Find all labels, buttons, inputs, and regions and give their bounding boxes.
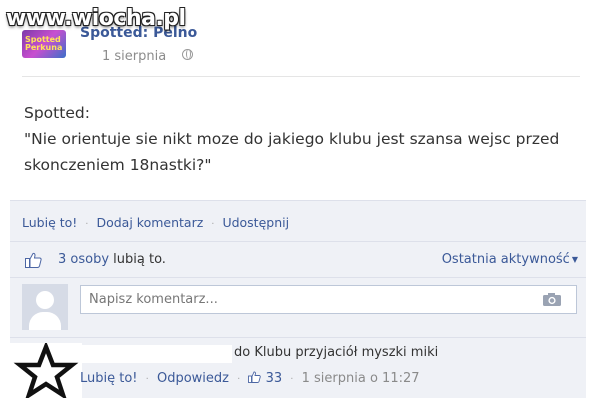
comment-meta: Lubię to! · Odpowiedz · 33 · 1 sierpnia …: [80, 371, 420, 386]
separator: ·: [237, 374, 241, 385]
divider: [10, 241, 586, 242]
separator: ·: [211, 219, 215, 230]
watermark: www.wiocha.pl: [6, 6, 186, 31]
divider: [10, 337, 586, 338]
comment-placeholder: Napisz komentarz...: [89, 292, 218, 307]
separator: ·: [290, 374, 294, 385]
divider: [22, 76, 580, 77]
redacted-author: [82, 345, 232, 363]
chevron-down-icon: ▼: [571, 255, 578, 264]
like-link[interactable]: Lubię to!: [22, 215, 77, 230]
page-logo-text: Spotted Perkuna: [25, 35, 63, 52]
separator: ·: [145, 374, 149, 385]
camera-icon[interactable]: [542, 292, 562, 307]
post-date[interactable]: 1 sierpnia: [102, 49, 166, 64]
reply-link[interactable]: Odpowiedz: [157, 371, 229, 386]
globe-icon: [182, 49, 193, 60]
avatar: [22, 284, 68, 330]
comment-text: do Klubu przyjaciół myszki miki: [234, 345, 439, 360]
latest-activity-label: Ostatnia aktywność: [441, 252, 570, 267]
latest-activity-dropdown[interactable]: Ostatnia aktywność ▼: [442, 252, 578, 267]
post-actions-box: Lubię to! · Dodaj komentarz · Udostępnij…: [10, 200, 586, 398]
avatar-shoulders: [29, 312, 61, 330]
thumbs-up-icon: [25, 252, 42, 268]
comment-compose-row: Napisz komentarz...: [10, 281, 586, 331]
comment-like-link[interactable]: Lubię to!: [80, 371, 138, 386]
likes-row: 3 osoby lubią to. Ostatnia aktywność ▼: [22, 250, 578, 272]
thumbs-up-icon: [248, 371, 262, 383]
share-link[interactable]: Udostępnij: [222, 215, 289, 230]
avatar-head: [36, 291, 54, 309]
likes-summary: 3 osoby lubią to.: [58, 252, 166, 267]
comment-timestamp[interactable]: 1 sierpnia o 11:27: [302, 371, 420, 386]
comment-like-count[interactable]: 33: [266, 371, 283, 386]
likes-count[interactable]: 3 osoby: [58, 252, 109, 267]
comment-item: do Klubu przyjaciół myszki miki Lubię to…: [10, 343, 586, 398]
page-logo[interactable]: Spotted Perkuna: [22, 30, 66, 58]
divider: [10, 277, 586, 278]
action-bar: Lubię to! · Dodaj komentarz · Udostępnij: [22, 215, 289, 230]
add-comment-link[interactable]: Dodaj komentarz: [96, 215, 203, 230]
likes-suffix: lubią to.: [113, 252, 166, 267]
separator: ·: [85, 219, 89, 230]
post-text: Spotted: "Nie orientuje sie nikt moze do…: [24, 104, 560, 174]
comment-input[interactable]: Napisz komentarz...: [80, 285, 577, 314]
star-icon: [10, 343, 82, 398]
